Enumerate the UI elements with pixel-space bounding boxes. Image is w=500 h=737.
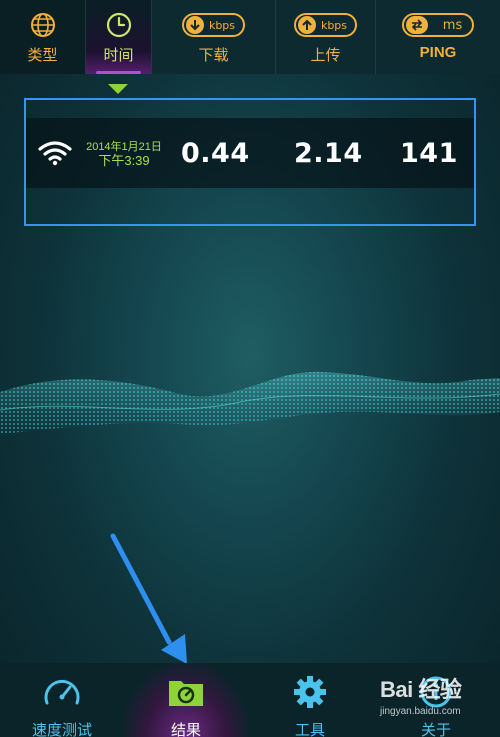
time-label: 时间 (103, 46, 134, 64)
upload-unit: kbps (320, 18, 348, 32)
download-label: 下载 (198, 46, 229, 64)
watermark-logo: Bai 经验 (380, 677, 462, 702)
nav-speed-test-label: 速度测试 (31, 721, 92, 737)
sort-by-ping[interactable]: ms PING (376, 0, 500, 74)
sort-by-download[interactable]: kbps 下载 (152, 0, 276, 74)
download-unit-badge: kbps (181, 13, 246, 37)
sort-indicator-icon (108, 84, 128, 94)
watermark-url: jingyan.baidu.com (380, 706, 461, 717)
download-unit: kbps (208, 18, 236, 32)
ping-unit: ms (442, 17, 463, 33)
nav-results-label: 结果 (170, 721, 201, 737)
upload-label: 上传 (310, 46, 341, 64)
upload-unit-badge: kbps (293, 13, 358, 37)
nav-results[interactable]: 结果 (124, 663, 248, 737)
annotation-arrow-icon (110, 533, 187, 664)
sort-by-type[interactable]: 类型 (0, 0, 86, 74)
gear-icon (290, 675, 330, 713)
folder-icon (166, 675, 206, 713)
globe-icon (30, 10, 56, 40)
ping-unit-badge: ms (401, 13, 475, 37)
download-icon (185, 16, 204, 34)
particle-wave-decoration (0, 371, 500, 434)
nav-tools-label: 工具 (294, 721, 325, 737)
speedometer-icon (42, 675, 82, 713)
ping-label: PING (419, 44, 457, 61)
sort-by-time[interactable]: 时间 (86, 0, 152, 74)
highlight-box (24, 98, 476, 226)
upload-icon (297, 16, 316, 34)
nav-tools[interactable]: 工具 (248, 663, 372, 737)
clock-icon (106, 10, 132, 40)
ping-icon (405, 16, 428, 34)
results-header: 类型 时间 kbps 下载 kbps 上传 ms PING (0, 0, 500, 74)
nav-about-label: 关于 (420, 721, 451, 737)
type-label: 类型 (27, 46, 58, 64)
sort-by-upload[interactable]: kbps 上传 (276, 0, 376, 74)
nav-speed-test[interactable]: 速度测试 (0, 663, 124, 737)
baidu-watermark: Bai 经验 jingyan.baidu.com (380, 672, 462, 717)
